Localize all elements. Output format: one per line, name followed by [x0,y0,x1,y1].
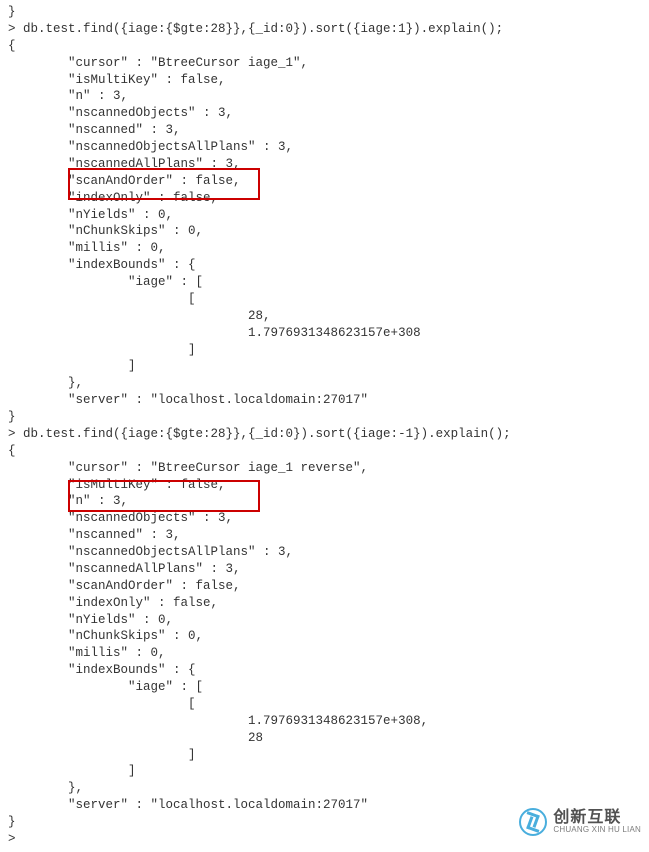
code-line: } [8,4,641,21]
json-field-iage-close: ] [8,358,641,375]
json-field-nscanned: "nscanned" : 3, [8,122,641,139]
json-field-indexbounds-close: }, [8,375,641,392]
watermark-text-cn: 创新互联 [553,810,641,826]
json-field-ismultikey: "isMultiKey" : false, [8,72,641,89]
json-close-brace: } [8,409,641,426]
json-field-nscannedobjectsallplans: "nscannedObjectsAllPlans" : 3, [8,544,641,561]
json-field-ismultikey: "isMultiKey" : false, [8,477,641,494]
watermark-logo: 创新互联 CHUANG XIN HU LIAN [519,808,641,836]
json-field-nscanned: "nscanned" : 3, [8,527,641,544]
json-field-nscannedallplans: "nscannedAllPlans" : 3, [8,156,641,173]
json-array-close: ] [8,747,641,764]
json-field-indexonly: "indexOnly" : false, [8,190,641,207]
json-field-cursor: "cursor" : "BtreeCursor iage_1 reverse", [8,460,641,477]
shell-command: > db.test.find({iage:{$gte:28}},{_id:0})… [8,426,641,443]
json-field-scanandorder: "scanAndOrder" : false, [8,578,641,595]
json-field-millis: "millis" : 0, [8,645,641,662]
json-array-open: [ [8,291,641,308]
json-field-nyields: "nYields" : 0, [8,207,641,224]
json-field-nchunkskips: "nChunkSkips" : 0, [8,628,641,645]
json-field-indexbounds-close: }, [8,780,641,797]
logo-icon [519,808,547,836]
json-value-upper: 1.7976931348623157e+308 [8,325,641,342]
json-field-cursor: "cursor" : "BtreeCursor iage_1", [8,55,641,72]
shell-command: > db.test.find({iage:{$gte:28}},{_id:0})… [8,21,641,38]
json-value-lower: 28 [8,730,641,747]
json-field-indexonly: "indexOnly" : false, [8,595,641,612]
json-field-nscannedobjects: "nscannedObjects" : 3, [8,510,641,527]
json-value-upper: 1.7976931348623157e+308, [8,713,641,730]
json-value-lower: 28, [8,308,641,325]
json-field-nscannedobjects: "nscannedObjects" : 3, [8,105,641,122]
json-field-indexbounds-open: "indexBounds" : { [8,662,641,679]
json-array-open: [ [8,696,641,713]
json-field-scanandorder: "scanAndOrder" : false, [8,173,641,190]
json-field-nyields: "nYields" : 0, [8,612,641,629]
watermark-text-en: CHUANG XIN HU LIAN [553,826,641,834]
json-field-millis: "millis" : 0, [8,240,641,257]
json-field-indexbounds-open: "indexBounds" : { [8,257,641,274]
json-field-nscannedallplans: "nscannedAllPlans" : 3, [8,561,641,578]
json-field-n: "n" : 3, [8,493,641,510]
json-field-iage-open: "iage" : [ [8,679,641,696]
json-open-brace: { [8,38,641,55]
json-field-iage-open: "iage" : [ [8,274,641,291]
json-field-server: "server" : "localhost.localdomain:27017" [8,392,641,409]
json-field-iage-close: ] [8,763,641,780]
json-field-nscannedobjectsallplans: "nscannedObjectsAllPlans" : 3, [8,139,641,156]
json-field-n: "n" : 3, [8,88,641,105]
json-open-brace: { [8,443,641,460]
json-array-close: ] [8,342,641,359]
json-field-nchunkskips: "nChunkSkips" : 0, [8,223,641,240]
